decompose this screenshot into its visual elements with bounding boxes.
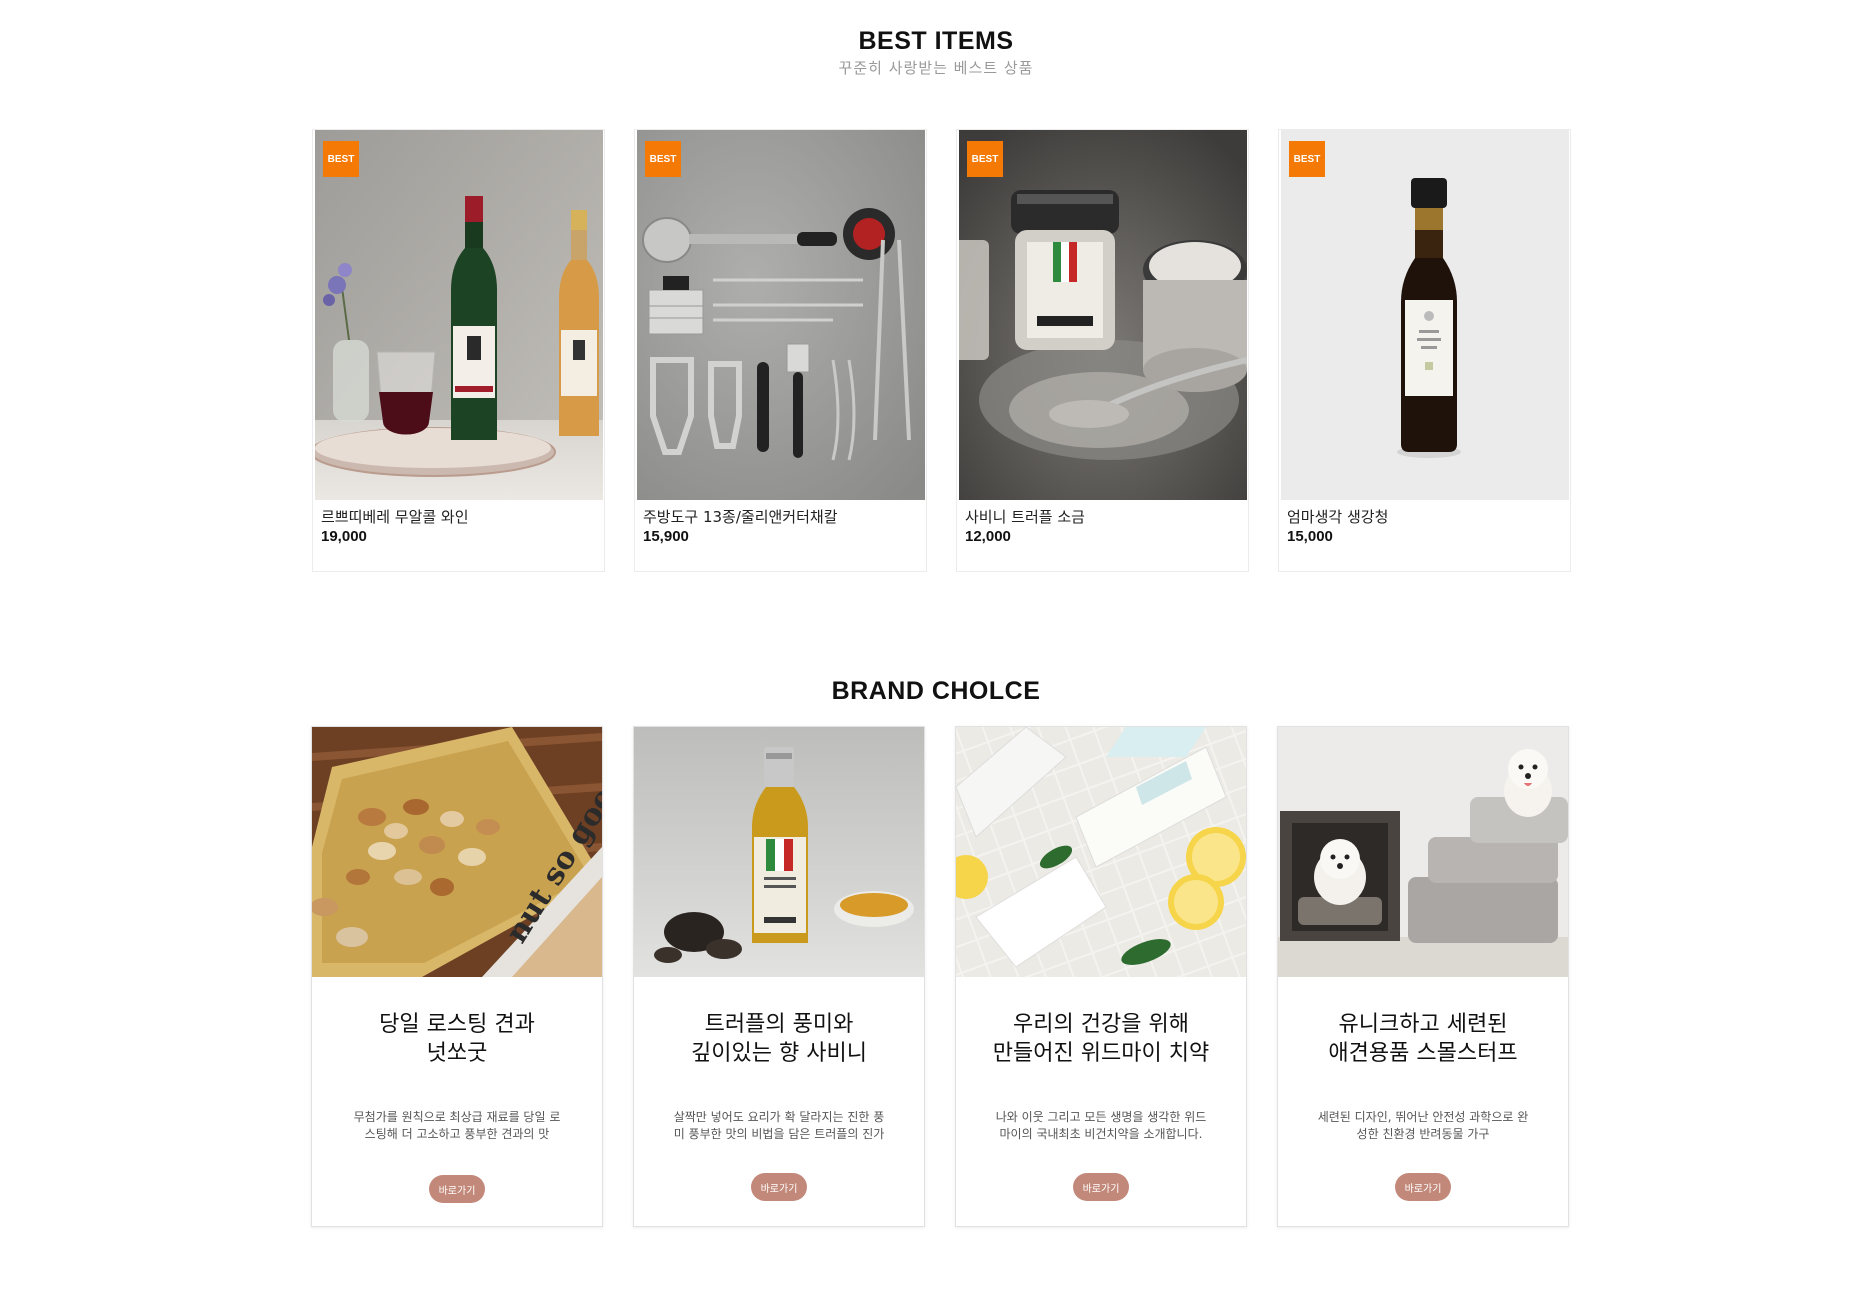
- product-image-wine[interactable]: [315, 130, 603, 500]
- brand-title-line1: 트러플의 풍미와: [704, 1012, 854, 1037]
- brand-title: 트러플의 풍미와 깊이있는 향 사비니: [634, 1010, 924, 1068]
- brand-choice-grid: nut so good. 당일 로스팅 견과 넛쏘굿 무첨가를 원칙으로 최상급…: [311, 726, 1571, 1228]
- best-badge: BEST: [1289, 141, 1325, 177]
- brand-title-line1: 당일 로스팅 견과: [379, 1012, 535, 1037]
- brand-title: 우리의 건강을 위해 만들어진 위드마이 치약: [956, 1010, 1246, 1068]
- product-name[interactable]: 엄마생각 생강청: [1287, 506, 1388, 527]
- product-image-kitchen-tools[interactable]: [637, 130, 925, 500]
- brand-desc-line2: 미 풍부한 맛의 비법을 담은 트러플의 진가: [673, 1127, 885, 1141]
- brand-image-pet-furniture[interactable]: [1278, 727, 1568, 977]
- brand-title-line1: 유니크하고 세련된: [1338, 1012, 1508, 1037]
- best-items-title: BEST ITEMS: [858, 27, 1014, 55]
- brand-card: 트러플의 풍미와 깊이있는 향 사비니 살짝만 넣어도 요리가 확 달라지는 진…: [633, 726, 925, 1227]
- brand-desc-line2: 스팅해 더 고소하고 풍부한 견과의 맛: [364, 1127, 550, 1141]
- brand-title-line2: 만들어진 위드마이 치약: [992, 1041, 1210, 1066]
- best-badge: BEST: [967, 141, 1003, 177]
- product-image-truffle-salt[interactable]: [959, 130, 1247, 500]
- product-price: 12,000: [965, 528, 1011, 545]
- product-card[interactable]: BEST 르쁘띠베레 무알콜 와인 19,000: [312, 129, 605, 572]
- brand-image-nuts[interactable]: nut so good.: [312, 727, 602, 977]
- product-price: 15,900: [643, 528, 689, 545]
- best-badge: BEST: [323, 141, 359, 177]
- brand-title-line2: 넛쏘굿: [426, 1041, 488, 1066]
- brand-title: 당일 로스팅 견과 넛쏘굿: [312, 1010, 602, 1068]
- best-items-subtitle: 꾸준히 사랑받는 베스트 상품: [838, 59, 1034, 77]
- product-card[interactable]: BEST 사비니 트러플 소금 12,000: [956, 129, 1249, 572]
- go-button[interactable]: 바로가기: [751, 1173, 807, 1201]
- brand-description: 무첨가를 원칙으로 최상급 재료를 당일 로 스팅해 더 고소하고 풍부한 견과…: [334, 1109, 580, 1143]
- brand-image-truffle-oil[interactable]: [634, 727, 924, 977]
- brand-title-line2: 깊이있는 향 사비니: [691, 1041, 867, 1066]
- product-card[interactable]: BEST 주방도구 13종/줄리앤커터채칼 15,900: [634, 129, 927, 572]
- product-price: 15,000: [1287, 528, 1333, 545]
- brand-card: nut so good. 당일 로스팅 견과 넛쏘굿 무첨가를 원칙으로 최상급…: [311, 726, 603, 1227]
- brand-title: 유니크하고 세련된 애견용품 스몰스터프: [1278, 1010, 1568, 1068]
- product-name[interactable]: 주방도구 13종/줄리앤커터채칼: [643, 506, 838, 527]
- brand-desc-line2: 마이의 국내최초 비건치약을 소개합니다.: [999, 1127, 1203, 1141]
- go-button[interactable]: 바로가기: [1395, 1173, 1451, 1201]
- product-card[interactable]: BEST 엄마생각 생강청 15,000: [1278, 129, 1571, 572]
- brand-desc-line1: 세련된 디자인, 뛰어난 안전성 과학으로 완: [1317, 1110, 1529, 1124]
- product-name[interactable]: 사비니 트러플 소금: [965, 506, 1085, 527]
- brand-description: 세련된 디자인, 뛰어난 안전성 과학으로 완 성한 친환경 반려동물 가구: [1300, 1109, 1546, 1143]
- go-button[interactable]: 바로가기: [429, 1175, 485, 1203]
- brand-description: 나와 이웃 그리고 모든 생명을 생각한 위드 마이의 국내최초 비건치약을 소…: [978, 1109, 1224, 1143]
- best-badge: BEST: [645, 141, 681, 177]
- brand-card: 우리의 건강을 위해 만들어진 위드마이 치약 나와 이웃 그리고 모든 생명을…: [955, 726, 1247, 1227]
- product-price: 19,000: [321, 528, 367, 545]
- brand-title-line2: 애견용품 스몰스터프: [1328, 1041, 1518, 1066]
- brand-description: 살짝만 넣어도 요리가 확 달라지는 진한 풍 미 풍부한 맛의 비법을 담은 …: [656, 1109, 902, 1143]
- go-button[interactable]: 바로가기: [1073, 1173, 1129, 1201]
- brand-title-line1: 우리의 건강을 위해: [1013, 1012, 1189, 1037]
- product-name[interactable]: 르쁘띠베레 무알콜 와인: [321, 506, 469, 527]
- brand-desc-line1: 살짝만 넣어도 요리가 확 달라지는 진한 풍: [673, 1110, 885, 1124]
- brand-card: 유니크하고 세련된 애견용품 스몰스터프 세련된 디자인, 뛰어난 안전성 과학…: [1277, 726, 1569, 1227]
- best-items-grid: BEST 르쁘띠베레 무알콜 와인 19,000 BEST 주방도구 13종/줄…: [312, 129, 1571, 572]
- product-image-ginger-syrup[interactable]: [1281, 130, 1569, 500]
- brand-desc-line2: 성한 친환경 반려동물 가구: [1356, 1127, 1490, 1141]
- brand-image-toothpaste[interactable]: [956, 727, 1246, 977]
- brand-choice-title: BRAND CHOLCE: [831, 677, 1041, 705]
- brand-desc-line1: 나와 이웃 그리고 모든 생명을 생각한 위드: [995, 1110, 1207, 1124]
- brand-desc-line1: 무첨가를 원칙으로 최상급 재료를 당일 로: [353, 1110, 561, 1124]
